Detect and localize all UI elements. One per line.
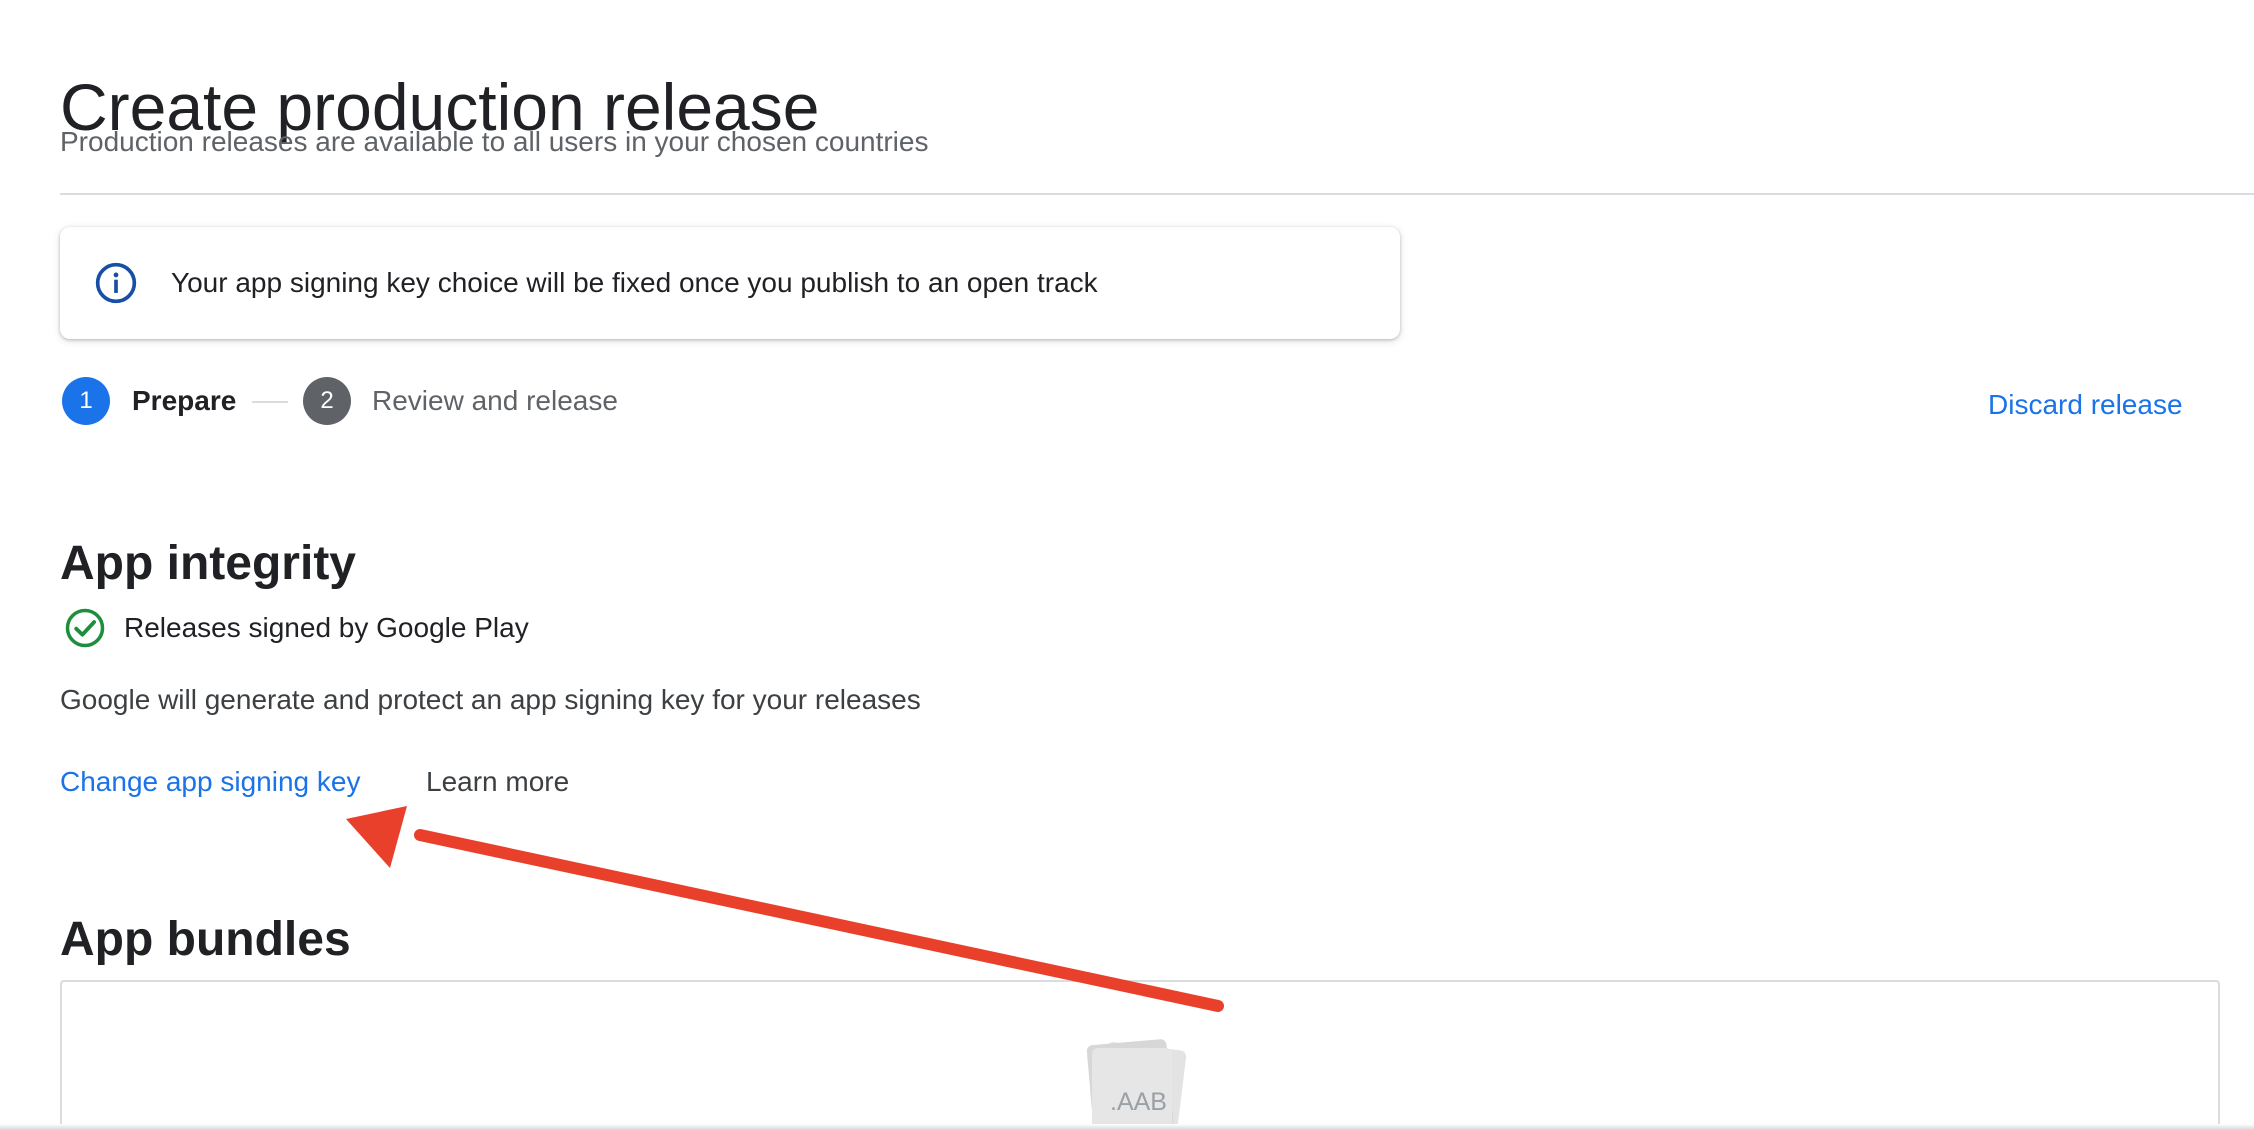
- aab-file-label: .AAB: [1110, 1088, 1167, 1116]
- step-connector: [252, 401, 288, 403]
- step-2-indicator: 2: [303, 377, 351, 425]
- bottom-edge-shadow: [0, 1124, 2254, 1130]
- step-1-indicator: 1: [62, 377, 110, 425]
- learn-more-link[interactable]: Learn more: [426, 764, 569, 800]
- app-integrity-title: App integrity: [60, 536, 356, 590]
- step-2-label: Review and release: [372, 385, 618, 416]
- info-banner: Your app signing key choice will be fixe…: [60, 227, 1400, 339]
- release-stepper: 1 Prepare 2 Review and release: [62, 375, 762, 427]
- change-app-signing-key-link[interactable]: Change app signing key: [60, 764, 360, 800]
- header-divider: [60, 193, 2254, 195]
- page-subtitle: Production releases are available to all…: [60, 126, 929, 157]
- signing-status-text: Releases signed by Google Play: [124, 612, 529, 643]
- app-integrity-description: Google will generate and protect an app …: [60, 684, 921, 715]
- check-circle-icon: [65, 608, 105, 648]
- step-1-label: Prepare: [132, 385, 237, 416]
- discard-release-button[interactable]: Discard release: [1988, 387, 2183, 423]
- info-icon: [95, 262, 137, 304]
- app-bundles-title: App bundles: [60, 912, 351, 966]
- info-banner-text: Your app signing key choice will be fixe…: [171, 267, 1098, 298]
